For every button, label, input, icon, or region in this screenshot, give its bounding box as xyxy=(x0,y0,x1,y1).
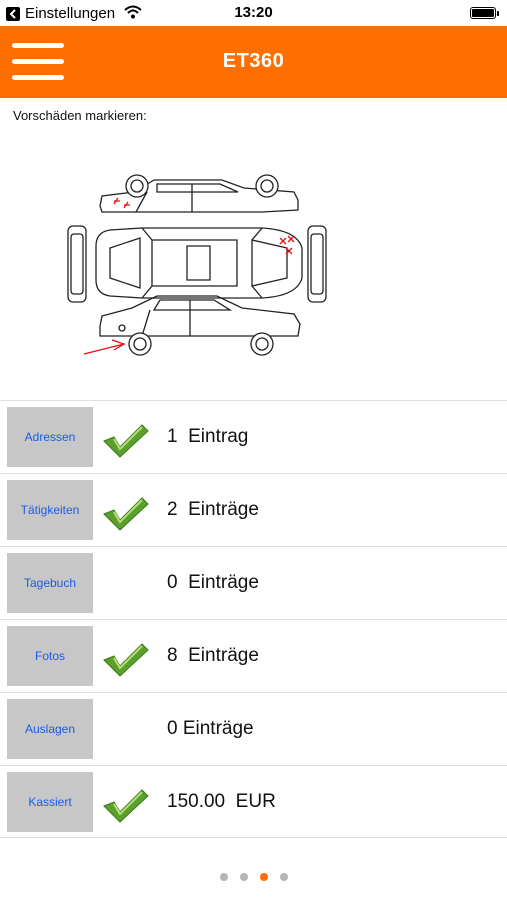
list-item: Tätigkeiten 2 Einträge xyxy=(0,473,507,546)
check-icon xyxy=(103,497,149,531)
check-icon xyxy=(103,643,149,677)
row-value: 1 Eintrag xyxy=(167,426,249,447)
nav-bar: ET360 xyxy=(0,26,507,98)
page-dot-active[interactable] xyxy=(259,873,268,881)
page-dot[interactable] xyxy=(279,873,288,881)
battery-icon xyxy=(470,7,499,19)
auslagen-button[interactable]: Auslagen xyxy=(7,699,93,759)
page-dot[interactable] xyxy=(219,873,228,881)
list-item: Fotos 8 Einträge xyxy=(0,619,507,692)
adressen-button[interactable]: Adressen xyxy=(7,407,93,467)
kassiert-button[interactable]: Kassiert xyxy=(7,772,93,832)
car-damage-diagram[interactable] xyxy=(62,168,332,363)
fotos-button[interactable]: Fotos xyxy=(7,626,93,686)
list-item: Auslagen 0 Einträge xyxy=(0,692,507,765)
list-item: Tagebuch 0 Einträge xyxy=(0,546,507,619)
row-value: 0 Einträge xyxy=(167,572,259,593)
summary-list: Adressen 1 Eintrag Tätigkeiten 2 Einträg… xyxy=(0,400,507,838)
list-item: Adressen 1 Eintrag xyxy=(0,400,507,473)
row-value: 150.00 EUR xyxy=(167,791,276,812)
check-icon xyxy=(103,424,149,458)
row-value: 8 Einträge xyxy=(167,645,259,666)
page-dot[interactable] xyxy=(239,873,248,881)
status-time: 13:20 xyxy=(234,4,273,21)
list-item: Kassiert 150.00 EUR xyxy=(0,765,507,838)
damage-label: Vorschäden markieren: xyxy=(13,108,147,123)
taetigkeiten-button[interactable]: Tätigkeiten xyxy=(7,480,93,540)
check-icon xyxy=(103,789,149,823)
tagebuch-button[interactable]: Tagebuch xyxy=(7,553,93,613)
status-bar: Einstellungen 13:20 xyxy=(0,0,507,26)
row-value: 2 Einträge xyxy=(167,499,259,520)
app-title: ET360 xyxy=(222,50,285,72)
page-indicator xyxy=(0,873,507,881)
row-value: 0 Einträge xyxy=(167,718,254,739)
